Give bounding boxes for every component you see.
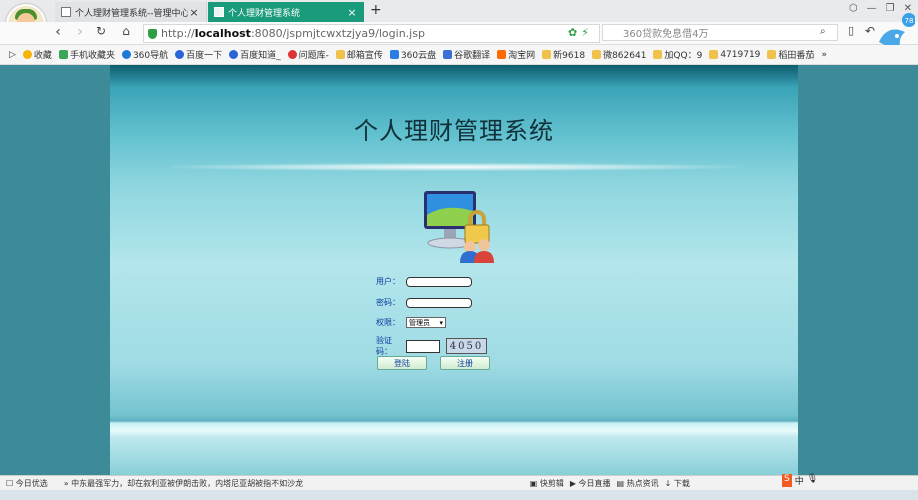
decorative-divider: [170, 163, 738, 171]
captcha-row: 验证码： 4050: [376, 335, 487, 357]
bookmark-item[interactable]: 百度一下: [175, 48, 222, 61]
bookmark-item[interactable]: 加QQ：9: [653, 48, 702, 61]
taskbar: [0, 490, 918, 500]
gear-icon[interactable]: ✿: [568, 26, 577, 39]
bookmark-item[interactable]: 邮箱宣传: [335, 48, 383, 61]
bookmark-item[interactable]: 收藏: [22, 48, 52, 61]
bookmark-item[interactable]: 360云盘: [389, 48, 436, 61]
bookmark-item[interactable]: 手机收藏夹: [58, 48, 115, 61]
search-icon[interactable]: ⌕: [820, 26, 826, 37]
tab-title: 个人理财管理系统: [228, 8, 301, 19]
status-item-clip[interactable]: ▣ 快剪辑: [530, 478, 564, 489]
mic-icon: 🎙: [806, 474, 819, 484]
close-icon[interactable]: ×: [346, 6, 358, 19]
role-row: 权限： 管理员 ▾: [376, 317, 446, 328]
home-icon[interactable]: ⌂: [118, 24, 134, 38]
captcha-image[interactable]: 4050: [446, 338, 487, 354]
refresh-icon[interactable]: ↻: [93, 24, 109, 38]
login-button[interactable]: 登陆: [377, 356, 427, 370]
new-tab-button[interactable]: +: [370, 2, 382, 18]
bookmarks-bar: ▷ 收藏 手机收藏夹 360导航 百度一下 百度知道_ 问题库- 邮箱宣传 36…: [0, 45, 918, 65]
captcha-input[interactable]: [406, 339, 440, 353]
password-row: 密码：: [376, 297, 472, 308]
tab-title: 个人理财管理系统--管理中心: [75, 8, 188, 19]
bookmark-item[interactable]: 360导航: [121, 48, 168, 61]
computer-lock-icon: [424, 191, 494, 263]
status-bar: ☐ 今日优选 » 中东最强军力，却在叙利亚被伊朗击败，内塔尼亚胡被指不如沙龙 ▣…: [0, 475, 918, 490]
login-panel: 个人理财管理系统 用户： 密码： 权限： 管理员 ▾ 验证码： 4050 登陆 …: [110, 65, 798, 475]
mobile-icon[interactable]: ▯: [843, 24, 859, 37]
lightning-icon[interactable]: ⚡: [581, 26, 589, 39]
svg-text:78: 78: [905, 17, 914, 25]
forward-icon[interactable]: ›: [72, 24, 88, 40]
address-bar: ‹ › ↻ ⌂ http://localhost:8080/jspmjtcwxt…: [0, 22, 918, 45]
password-label: 密码：: [376, 298, 400, 307]
password-input[interactable]: [406, 297, 472, 308]
bookmark-item[interactable]: 4719719: [709, 50, 760, 60]
ime-toolbar[interactable]: S 中 🎙: [782, 474, 818, 487]
bookmark-item[interactable]: 淘宝网: [497, 48, 535, 61]
status-item-download[interactable]: ↓ 下载: [665, 478, 690, 489]
status-item-news[interactable]: ▤ 热点资讯: [617, 478, 659, 489]
bookmarks-more[interactable]: »: [821, 50, 827, 60]
button-row: 登陆 注册: [376, 356, 506, 370]
bookmark-item[interactable]: 新9618: [542, 48, 585, 61]
shield-icon: [148, 28, 157, 39]
role-select[interactable]: 管理员 ▾: [406, 317, 446, 328]
bookmark-item[interactable]: 百度知道_: [229, 48, 281, 61]
bookmark-item[interactable]: 问题库-: [287, 48, 329, 61]
tab-bar: 个人理财管理系统--管理中心 × 个人理财管理系统 × + ⬡ — ❐ ✕: [0, 0, 918, 22]
status-item-live[interactable]: ▶ 今日直播: [570, 478, 611, 489]
tab-login[interactable]: 个人理财管理系统 ×: [208, 2, 364, 22]
page-body: 个人理财管理系统 用户： 密码： 权限： 管理员 ▾ 验证码： 4050 登陆 …: [0, 65, 918, 475]
back-icon[interactable]: ‹: [50, 24, 66, 40]
role-label: 权限：: [376, 318, 400, 327]
search-input[interactable]: 360贷款免息借4万: [602, 24, 838, 41]
username-label: 用户：: [376, 277, 400, 286]
close-icon[interactable]: ×: [188, 6, 200, 19]
url-input[interactable]: http://localhost:8080/jspmjtcwxtzjya9/lo…: [143, 24, 600, 43]
today-picks[interactable]: ☐ 今日优选: [6, 478, 48, 489]
page-favicon-icon: [214, 7, 224, 17]
register-button[interactable]: 注册: [440, 356, 490, 370]
captcha-label: 验证码：: [376, 336, 392, 356]
sogou-icon: S: [782, 474, 792, 487]
username-input[interactable]: [406, 276, 472, 287]
tab-admin-center[interactable]: 个人理财管理系统--管理中心 ×: [55, 2, 207, 22]
page-title: 个人理财管理系统: [354, 117, 554, 145]
chevron-down-icon: ▾: [439, 318, 443, 327]
bookmark-item[interactable]: 稻田番茄: [767, 48, 814, 61]
url-actions: ✿ ⚡: [568, 26, 589, 39]
news-ticker[interactable]: » 中东最强军力，却在叙利亚被伊朗击败，内塔尼亚胡被指不如沙龙: [64, 478, 524, 489]
sidebar-toggle-icon[interactable]: ▷: [9, 50, 16, 60]
bookmark-item[interactable]: 微862641: [592, 48, 646, 61]
shirt-icon[interactable]: ⬡: [849, 3, 858, 14]
bookmark-item[interactable]: 谷歌翻译: [443, 48, 490, 61]
page-favicon-icon: [61, 7, 71, 17]
username-row: 用户：: [376, 276, 472, 287]
